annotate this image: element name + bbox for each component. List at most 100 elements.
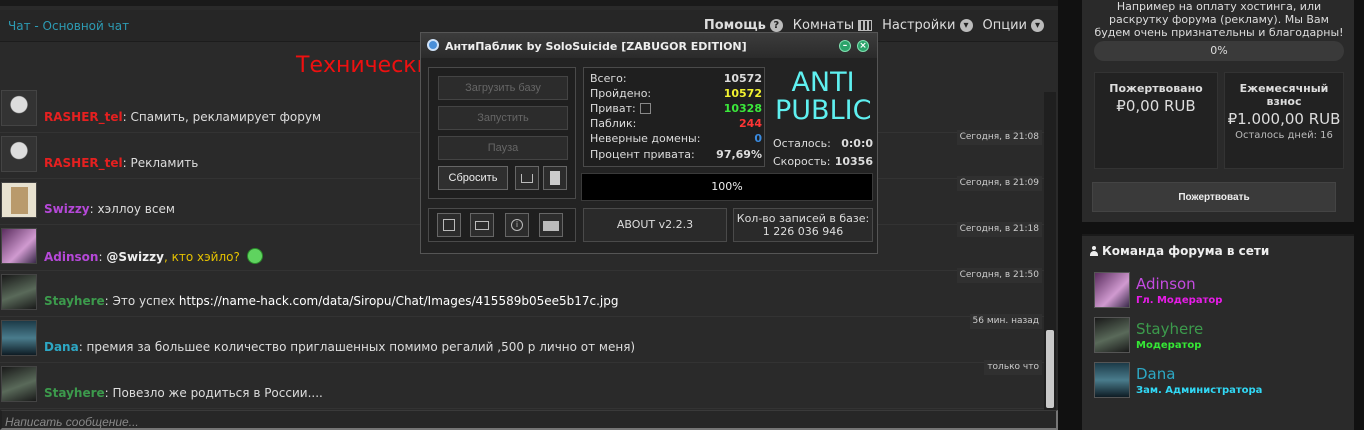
stat-label: Неверные домены: xyxy=(590,132,701,145)
antipublic-window: АнтиПаблик by SoloSuicide [ZABUGOR EDITI… xyxy=(420,32,878,254)
adinson-avatar[interactable] xyxy=(1094,272,1130,308)
chat-message-input[interactable] xyxy=(0,410,1058,430)
db-count-value: 1 226 036 946 xyxy=(762,225,844,238)
stayhere-avatar[interactable] xyxy=(1,366,37,402)
monthly-value: ₽1.000,00 RUB xyxy=(1227,110,1341,128)
tools-panel: i xyxy=(428,208,576,242)
stat-value: 97,69% xyxy=(716,148,762,161)
message-username[interactable]: Dana xyxy=(44,340,79,354)
message-text: RASHER_tel: Рекламить xyxy=(44,156,198,170)
team-member[interactable]: Adinson Гл. Модератор xyxy=(1094,272,1344,308)
antipublic-titlebar[interactable]: АнтиПаблик by SoloSuicide [ZABUGOR EDITI… xyxy=(421,33,877,58)
message-link[interactable]: https://name-hack.com/data/Siropu/Chat/I… xyxy=(179,294,619,308)
message-text: Adinson: @Swizzy, кто хэйло? xyxy=(44,248,263,264)
member-name[interactable]: Adinson xyxy=(1136,275,1196,293)
nav-help-label: Помощь xyxy=(703,18,766,33)
dana-avatar[interactable] xyxy=(1,320,37,356)
message-username[interactable]: Stayhere xyxy=(44,386,105,400)
rasher-avatar[interactable] xyxy=(1,90,37,126)
chat-scrollbar-thumb[interactable] xyxy=(1046,330,1054,408)
stayhere-avatar[interactable] xyxy=(1,274,37,310)
document-shape xyxy=(550,171,560,185)
reset-button[interactable]: Сбросить xyxy=(438,166,508,190)
member-role: Гл. Модератор xyxy=(1136,295,1223,306)
message-text: Dana: премия за большее количество пригл… xyxy=(44,340,635,354)
stat-value: 0 xyxy=(754,132,762,145)
message-username[interactable]: Swizzy xyxy=(44,202,90,216)
donated-box: Пожертвовано ₽0,00 RUB xyxy=(1094,72,1218,169)
stat-row: Приват: 10328 xyxy=(590,102,762,116)
log-icon[interactable] xyxy=(437,213,461,237)
grid-icon xyxy=(858,20,873,31)
team-member[interactable]: Stayhere Модератор xyxy=(1094,317,1344,353)
announcement-banner: Технически xyxy=(296,53,431,78)
inbox-icon[interactable] xyxy=(515,166,539,190)
nav-settings-label: Настройки xyxy=(882,18,956,33)
message-mention[interactable]: @Swizzy xyxy=(106,250,164,264)
mail-shape xyxy=(475,221,489,230)
start-button[interactable]: Запустить xyxy=(438,106,568,130)
nav-settings[interactable]: Настройки ▾ xyxy=(882,18,973,33)
message-time: 56 мин. назад xyxy=(969,314,1042,329)
chat-title-link[interactable]: Чат - Основной чат xyxy=(8,19,129,33)
donation-panel: Например на оплату хостинга, или раскрут… xyxy=(1082,0,1354,222)
message-body: : хэллоу всем xyxy=(89,202,175,216)
team-member[interactable]: Dana Зам. Администратора xyxy=(1094,362,1344,398)
brand-line-2: PUBLIC xyxy=(775,95,872,126)
remaining-row: Осталось: 0:0:0 xyxy=(773,137,873,151)
antipublic-progress-label: 100% xyxy=(711,180,743,193)
message-extra: , кто хэйло? xyxy=(163,250,240,264)
message-text: RASHER_tel: Спамить, рекламирует форум xyxy=(44,110,321,124)
info-shape: i xyxy=(511,219,523,231)
team-title: Команда форума в сети xyxy=(1090,244,1269,258)
anti-public-logo: ANTI PUBLIC xyxy=(775,69,871,125)
load-base-button[interactable]: Загрузить базу xyxy=(438,76,568,100)
stat-label: Паблик: xyxy=(590,117,637,130)
nav-help[interactable]: Помощь ? xyxy=(704,18,783,33)
message-username[interactable]: Adinson xyxy=(44,250,98,264)
message-username[interactable]: RASHER_tel xyxy=(44,156,123,170)
stat-label: Процент привата: xyxy=(590,148,695,161)
member-name[interactable]: Dana xyxy=(1136,365,1175,383)
chevron-down-circle-icon: ▾ xyxy=(959,19,973,32)
stat-value: 10328 xyxy=(723,102,762,115)
stayhere-avatar[interactable] xyxy=(1094,317,1130,353)
message-username[interactable]: Stayhere xyxy=(44,294,105,308)
stat-row: Неверные домены: 0 xyxy=(590,132,762,146)
rasher-avatar[interactable] xyxy=(1,136,37,172)
close-icon[interactable]: × xyxy=(857,40,869,52)
adinson-avatar[interactable] xyxy=(1,228,37,264)
message-username[interactable]: RASHER_tel xyxy=(44,110,123,124)
swizzy-avatar[interactable] xyxy=(1,182,37,218)
folder-shape xyxy=(543,221,559,231)
folder-icon[interactable] xyxy=(539,213,563,237)
message-body: : Спамить, рекламирует форум xyxy=(122,110,322,124)
private-checkbox[interactable] xyxy=(640,103,651,114)
person-icon xyxy=(1090,246,1098,256)
antipublic-progress-bar: 100% xyxy=(581,173,873,201)
message-body: : Рекламить xyxy=(122,156,199,170)
donate-button[interactable]: Пожертвовать xyxy=(1092,182,1336,212)
minimize-icon[interactable]: – xyxy=(839,40,851,52)
nav-options[interactable]: Опции ▾ xyxy=(983,18,1044,33)
sidebar-bottom-panel xyxy=(1082,425,1354,430)
question-circle-icon: ? xyxy=(769,19,783,32)
document-icon[interactable] xyxy=(543,166,567,190)
chat-top-strip xyxy=(0,0,1058,6)
message-body: : Повезло же родиться в России.... xyxy=(104,386,323,400)
team-online-panel: Команда форума в сети Adinson Гл. Модера… xyxy=(1082,234,1354,430)
nav-rooms[interactable]: Комнаты xyxy=(793,18,873,33)
remaining-label: Осталось: xyxy=(773,137,831,150)
info-icon[interactable]: i xyxy=(505,213,529,237)
member-name[interactable]: Stayhere xyxy=(1136,320,1203,338)
dana-avatar[interactable] xyxy=(1094,362,1130,398)
chat-message: только что Stayhere: Повезло же родиться… xyxy=(0,360,1044,409)
member-role: Модератор xyxy=(1136,340,1202,351)
about-button[interactable]: ABOUT v2.2.3 xyxy=(583,208,727,242)
stat-value: 244 xyxy=(739,117,762,130)
pause-button[interactable]: Пауза xyxy=(438,136,568,160)
app-logo-icon xyxy=(427,39,439,51)
team-title-label: Команда форума в сети xyxy=(1102,244,1270,258)
mail-icon[interactable] xyxy=(470,213,494,237)
message-time: Сегодня, в 21:09 xyxy=(956,176,1042,191)
